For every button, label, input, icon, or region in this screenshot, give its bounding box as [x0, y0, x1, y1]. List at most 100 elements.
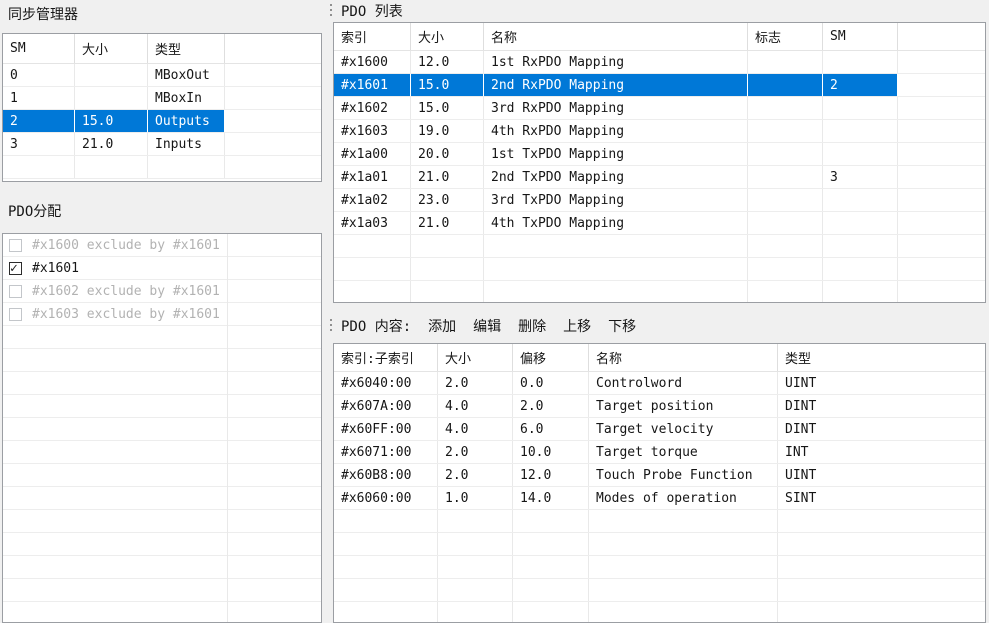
column-header[interactable]: 大小 — [75, 34, 148, 63]
table-row[interactable]: #x607A:004.02.0Target positionDINT — [334, 395, 985, 418]
column-header[interactable]: 大小 — [438, 344, 513, 371]
table-cell: Touch Probe Function — [589, 464, 778, 486]
move-up-button[interactable]: 上移 — [563, 316, 591, 336]
list-item[interactable]: #x1603 exclude by #x1601 — [3, 303, 321, 326]
column-header[interactable]: 偏移 — [513, 344, 589, 371]
table-cell — [898, 74, 985, 96]
table-cell: 15.0 — [411, 74, 484, 96]
table-cell — [438, 579, 513, 601]
table-cell — [778, 533, 985, 555]
column-header[interactable]: 名称 — [589, 344, 778, 371]
table-row[interactable] — [334, 533, 985, 556]
table-cell: #x1a03 — [334, 212, 411, 234]
table-row[interactable]: 0MBoxOut — [3, 64, 321, 87]
table-row[interactable]: #x6040:002.00.0ControlwordUINT — [334, 372, 985, 395]
table-cell — [334, 579, 438, 601]
add-button[interactable]: 添加 — [428, 316, 456, 336]
table-row[interactable]: 321.0Inputs — [3, 133, 321, 156]
table-cell — [898, 189, 985, 211]
table-row[interactable]: #x1a0020.01st TxPDO Mapping — [334, 143, 985, 166]
table-cell — [225, 156, 321, 178]
table-cell: UINT — [778, 464, 985, 486]
table-row[interactable] — [334, 281, 985, 303]
table-row[interactable]: #x1a0321.04th TxPDO Mapping — [334, 212, 985, 235]
table-cell: SINT — [778, 487, 985, 509]
table-row[interactable]: #x60B8:002.012.0Touch Probe FunctionUINT — [334, 464, 985, 487]
table-cell: #x607A:00 — [334, 395, 438, 417]
delete-button[interactable]: 删除 — [518, 316, 546, 336]
table-cell — [513, 556, 589, 578]
column-header[interactable]: 名称 — [484, 23, 748, 50]
column-header[interactable]: 索引 — [334, 23, 411, 50]
table-row[interactable]: #x1a0223.03rd TxPDO Mapping — [334, 189, 985, 212]
list-empty-row — [3, 349, 321, 372]
column-header[interactable] — [898, 23, 985, 50]
table-row[interactable]: #x160012.01st RxPDO Mapping — [334, 51, 985, 74]
table-cell — [823, 281, 898, 303]
table-cell — [484, 258, 748, 280]
table-cell: #x1a01 — [334, 166, 411, 188]
table-row[interactable] — [334, 258, 985, 281]
table-cell: #x6040:00 — [334, 372, 438, 394]
table-cell: 4th TxPDO Mapping — [484, 212, 748, 234]
table-row[interactable]: #x160319.04th RxPDO Mapping — [334, 120, 985, 143]
table-row[interactable]: #x6071:002.010.0Target torqueINT — [334, 441, 985, 464]
table-row[interactable] — [334, 602, 985, 623]
table-cell: DINT — [778, 418, 985, 440]
table-row[interactable]: #x1a0121.02nd TxPDO Mapping3 — [334, 166, 985, 189]
list-item[interactable]: #x1602 exclude by #x1601 — [3, 280, 321, 303]
table-cell: 21.0 — [411, 166, 484, 188]
table-cell: Outputs — [148, 110, 225, 132]
table-cell — [778, 602, 985, 623]
table-row[interactable]: 215.0Outputs — [3, 110, 321, 133]
pdo-list-table: 索引大小名称标志SM#x160012.01st RxPDO Mapping#x1… — [333, 22, 986, 303]
column-header[interactable]: 索引:子索引 — [334, 344, 438, 371]
column-header[interactable]: 大小 — [411, 23, 484, 50]
table-cell — [748, 74, 823, 96]
table-cell — [334, 281, 411, 303]
table-row[interactable]: #x60FF:004.06.0Target velocityDINT — [334, 418, 985, 441]
move-down-button[interactable]: 下移 — [608, 316, 636, 336]
column-header[interactable]: 类型 — [148, 34, 225, 63]
checkbox-checked-icon[interactable] — [9, 262, 22, 275]
drag-gripper-icon[interactable] — [330, 4, 333, 19]
table-cell — [823, 97, 898, 119]
table-cell — [748, 189, 823, 211]
table-row[interactable] — [334, 510, 985, 533]
column-header[interactable]: SM — [3, 34, 75, 63]
table-row[interactable] — [334, 235, 985, 258]
list-empty-row — [3, 464, 321, 487]
table-cell: 2 — [3, 110, 75, 132]
checkbox-icon[interactable] — [9, 239, 22, 252]
table-cell — [823, 258, 898, 280]
table-row[interactable]: #x160115.02nd RxPDO Mapping2 — [334, 74, 985, 97]
column-header[interactable]: SM — [823, 23, 898, 50]
table-row[interactable] — [334, 579, 985, 602]
table-cell: 2nd TxPDO Mapping — [484, 166, 748, 188]
pdo-content-table: 索引:子索引大小偏移名称类型#x6040:002.00.0Controlword… — [333, 343, 986, 623]
list-item[interactable]: #x1601 — [3, 257, 321, 280]
column-header[interactable]: 标志 — [748, 23, 823, 50]
table-cell — [898, 212, 985, 234]
drag-gripper-icon[interactable] — [330, 319, 333, 334]
checkbox-icon[interactable] — [9, 308, 22, 321]
column-header[interactable]: 类型 — [778, 344, 985, 371]
table-cell — [898, 166, 985, 188]
table-row[interactable] — [3, 156, 321, 179]
table-cell: 10.0 — [513, 441, 589, 463]
edit-button[interactable]: 编辑 — [473, 316, 501, 336]
table-row[interactable]: 1MBoxIn — [3, 87, 321, 110]
checkbox-icon[interactable] — [9, 285, 22, 298]
table-header-row: SM大小类型 — [3, 34, 321, 64]
list-item[interactable]: #x1600 exclude by #x1601 — [3, 234, 321, 257]
table-row[interactable]: #x160215.03rd RxPDO Mapping — [334, 97, 985, 120]
table-header-row: 索引:子索引大小偏移名称类型 — [334, 344, 985, 372]
table-row[interactable] — [334, 556, 985, 579]
table-cell: 4.0 — [438, 395, 513, 417]
table-cell — [225, 110, 321, 132]
table-cell — [823, 143, 898, 165]
table-row[interactable]: #x6060:001.014.0Modes of operationSINT — [334, 487, 985, 510]
table-cell — [778, 556, 985, 578]
column-header[interactable] — [225, 34, 321, 63]
table-cell: #x6071:00 — [334, 441, 438, 463]
